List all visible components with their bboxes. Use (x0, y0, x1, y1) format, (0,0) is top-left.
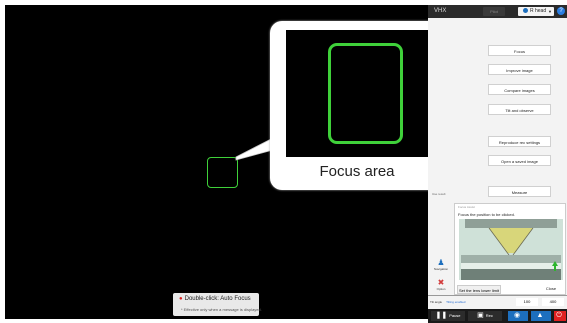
focus-button[interactable]: Focus (488, 45, 551, 56)
measure-button[interactable]: Measure (488, 186, 551, 197)
zoom-input-high[interactable]: 400 (542, 298, 564, 306)
head-icon (523, 8, 528, 14)
autofocus-hint: ● Double-click: Auto Focus * Effective on… (173, 293, 262, 316)
light-icon: ▲ (536, 312, 544, 319)
popup-title: Focus Assist (458, 205, 475, 209)
improve-image-button[interactable]: Improve image (488, 64, 551, 75)
hint-main-text: Double-click: Auto Focus (184, 296, 251, 302)
navigation-label: Navigation (433, 267, 449, 271)
power-icon: ⏻ (556, 312, 562, 319)
popup-close-button[interactable]: Close (537, 284, 565, 293)
head-mode-label: R head (530, 8, 547, 14)
pause-icon: ❚❚ (435, 312, 448, 319)
focus-assist-popup: Focus Assist Focus the position to be cl… (454, 203, 566, 295)
tools-icon: ✖ (437, 278, 445, 287)
lens-position-image (459, 219, 563, 280)
head-mode-select[interactable]: R head ▼ (518, 7, 554, 16)
focus-area-callout: Focus area (270, 21, 444, 190)
callout-label: Focus area (319, 163, 395, 180)
right-panel: VHX Pilot R head ▼ ? Focus Improve image … (428, 5, 567, 323)
pause-button[interactable]: ❚❚ Pause (431, 311, 465, 321)
navigation-button[interactable]: ♟ Navigation (432, 258, 450, 271)
section-label: Use result (432, 192, 446, 196)
help-icon[interactable]: ? (557, 7, 565, 15)
chevron-down-icon: ▼ (548, 9, 552, 14)
tilt-status-text: Tilt angle (430, 300, 443, 304)
pause-label: Pause (449, 313, 461, 319)
reproduce-settings-button[interactable]: Reproduce rec settings (488, 136, 551, 147)
camera-icon: ▣ (477, 312, 484, 319)
divider (428, 295, 567, 296)
power-button[interactable]: ⏻ (554, 311, 566, 321)
tilt-status: Tilt angle Tilting enabled (430, 300, 465, 304)
lens-illustration (459, 219, 563, 280)
popup-message: Focus the position to be clicked. (458, 212, 515, 217)
record-button[interactable]: ▣ Rec (468, 311, 502, 321)
option-button[interactable]: ✖ Option (432, 278, 450, 291)
tool-a-button[interactable]: ◉ (508, 311, 528, 321)
lens-lower-limit-button[interactable]: Set the lens lower limit (457, 285, 501, 294)
hint-sub-text: * Effective only when a message is displ… (181, 307, 262, 312)
option-label: Option (436, 287, 446, 291)
pilot-button[interactable]: Pilot (483, 7, 505, 16)
tilt-status-subtext: Tilting enabled (446, 300, 466, 304)
top-bar: VHX Pilot R head ▼ ? (428, 5, 567, 18)
zoom-input-low[interactable]: 100 (516, 298, 538, 306)
camera-settings-icon: ◉ (513, 312, 521, 319)
mouse-icon: ● (179, 296, 183, 302)
record-label: Rec (485, 313, 493, 319)
open-saved-image-button[interactable]: Open a saved image (488, 155, 551, 166)
person-icon: ♟ (437, 258, 445, 267)
tilt-observe-button[interactable]: Tilt and observe (488, 104, 551, 115)
callout-focus-box (328, 43, 403, 144)
app-window: Focus area ● Double-click: Auto Focus * E… (0, 0, 567, 323)
tool-b-button[interactable]: ▲ (531, 311, 551, 321)
compare-images-button[interactable]: Compare images (488, 84, 551, 95)
callout-zoom-view (286, 30, 435, 157)
bottom-toolbar: ❚❚ Pause ▣ Rec ◉ ▲ ⏻ (428, 309, 567, 323)
app-title: VHX (434, 8, 447, 14)
